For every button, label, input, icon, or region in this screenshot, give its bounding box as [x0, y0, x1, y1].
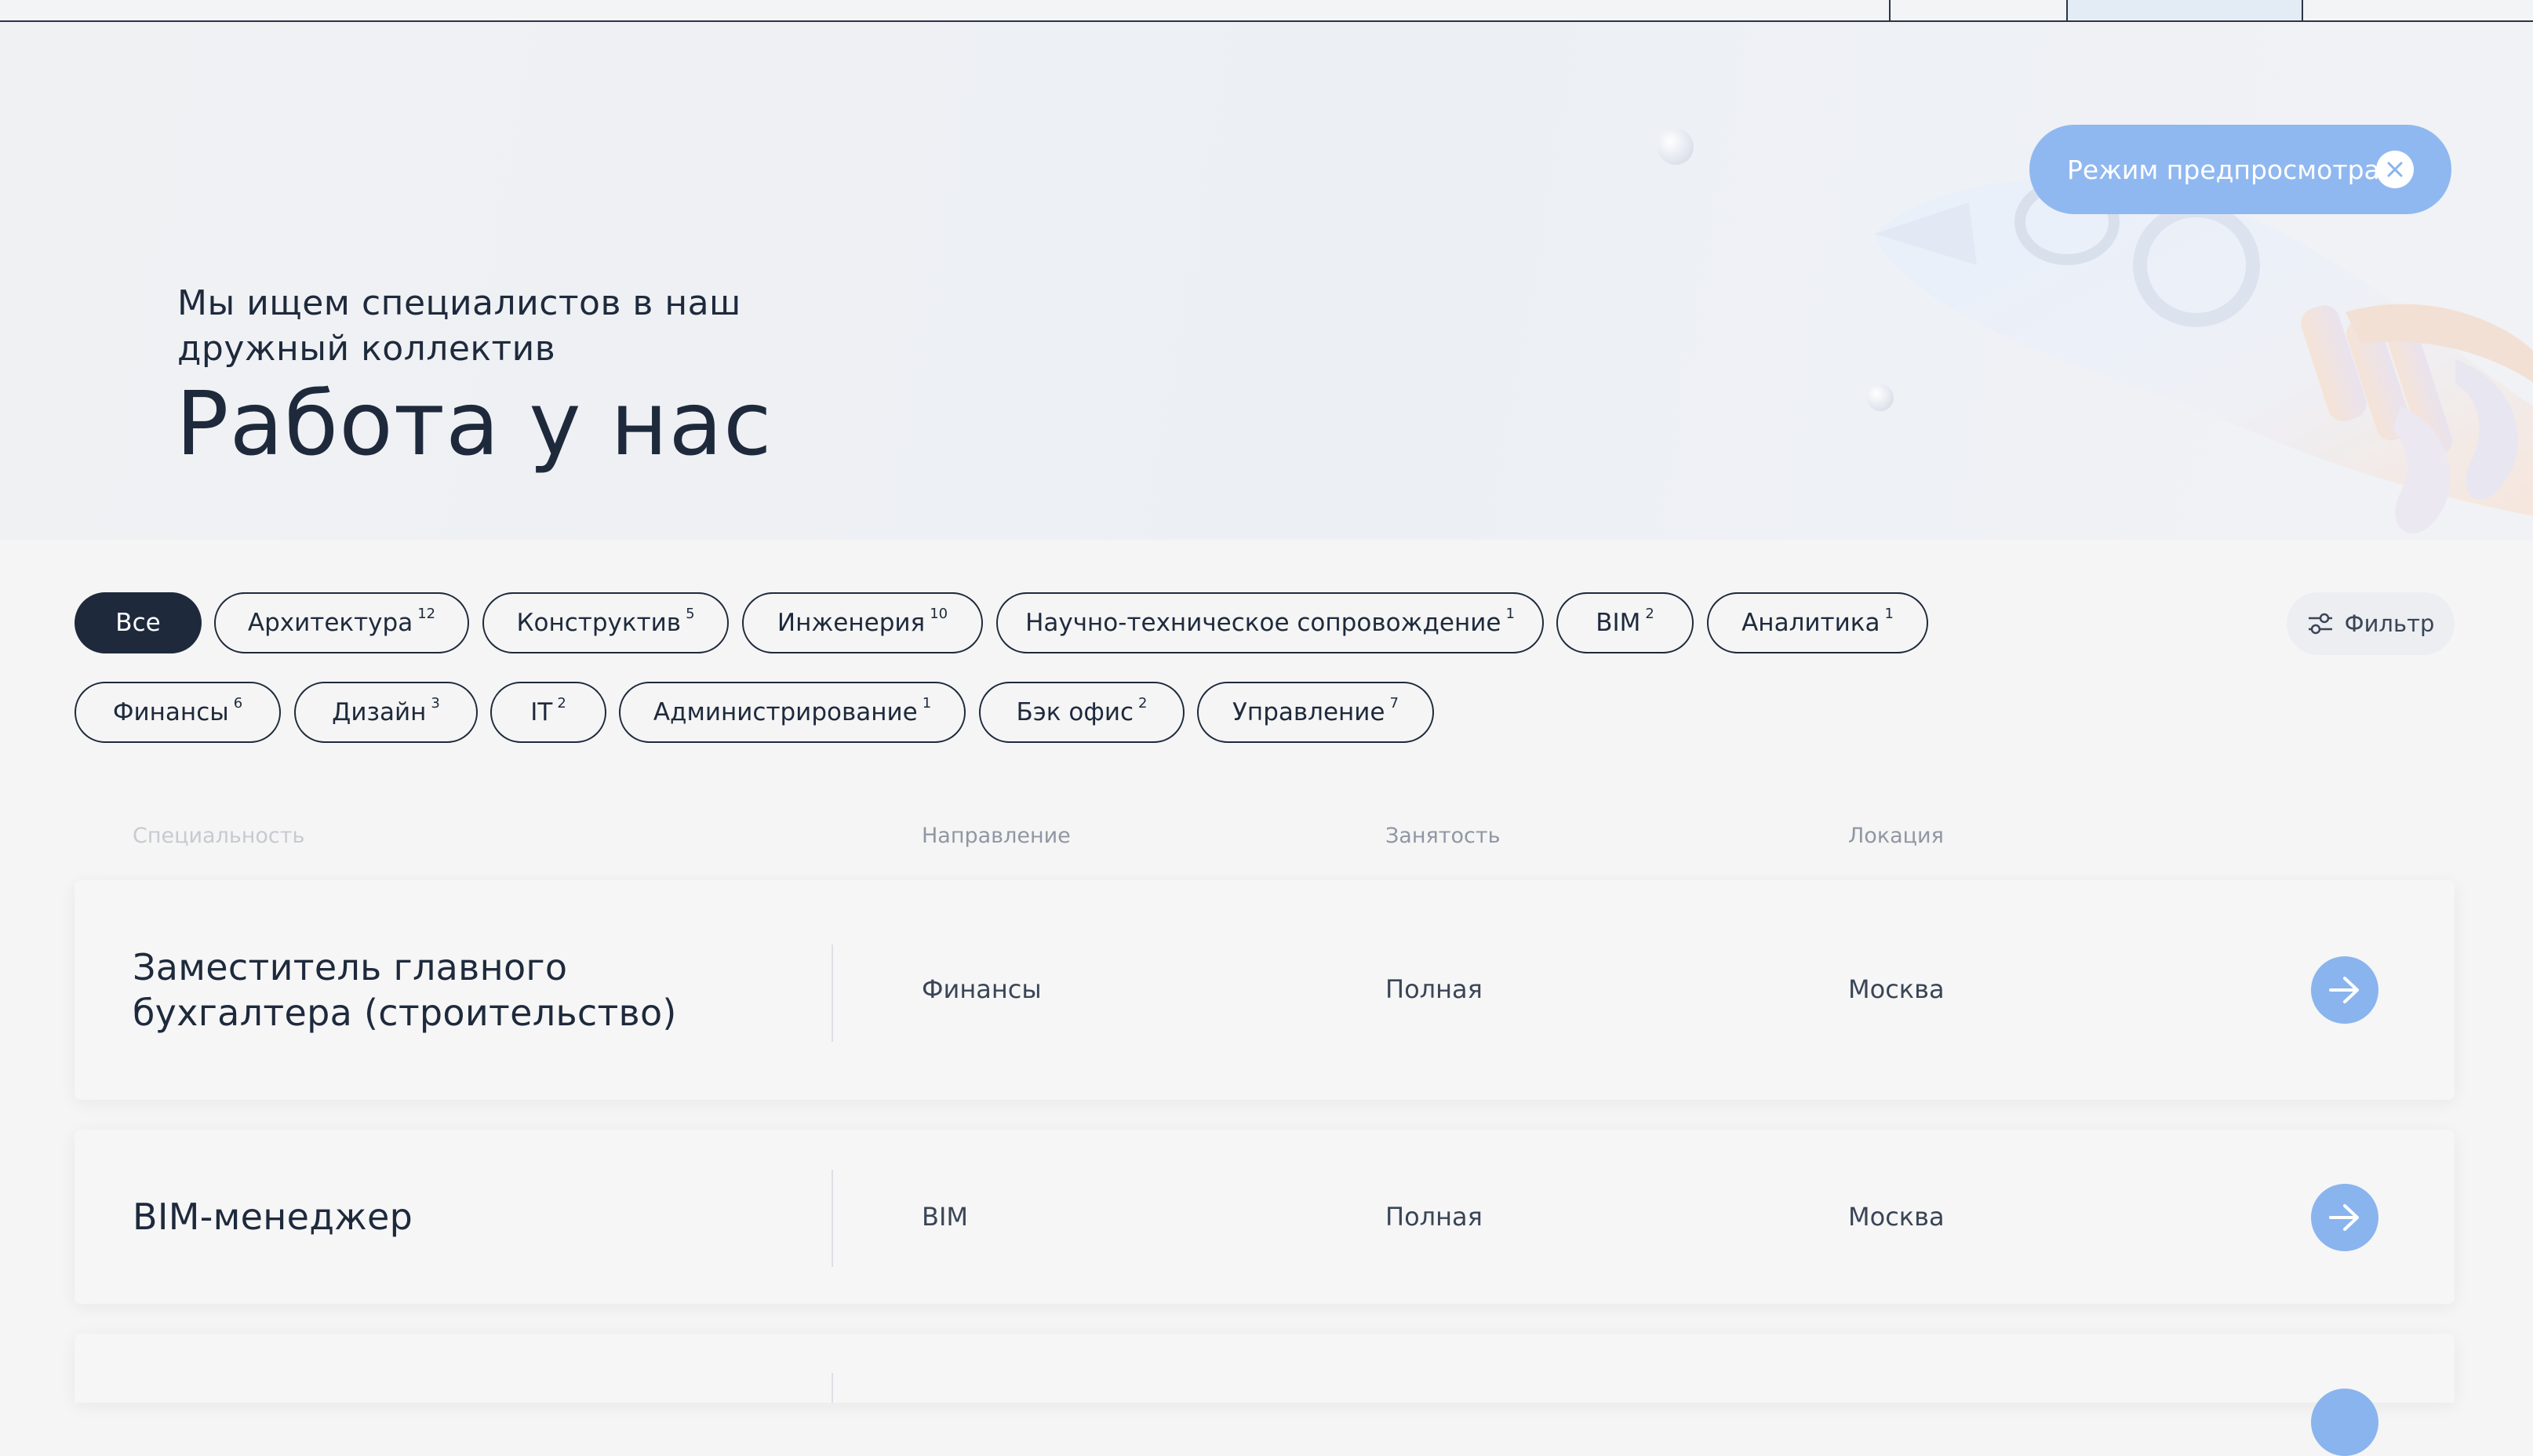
- vacancy-row[interactable]: BIM-менеджер BIM Полная Москва: [75, 1130, 2455, 1304]
- filter-chip-count: 1: [922, 694, 932, 712]
- filter-chip-count: 1: [1505, 605, 1515, 622]
- open-vacancy-button[interactable]: [2311, 1389, 2378, 1456]
- page-title: Работа у нас: [176, 373, 773, 475]
- filter-chip-finance[interactable]: Финансы 6: [75, 682, 281, 743]
- filter-chip-scientific-support[interactable]: Научно-техническое сопровождение 1: [996, 592, 1544, 653]
- filter-chip-count: 12: [417, 605, 436, 622]
- vacancy-direction: BIM: [922, 1202, 968, 1232]
- open-vacancy-button[interactable]: [2311, 1184, 2378, 1251]
- filter-button[interactable]: Фильтр: [2287, 592, 2455, 655]
- filter-chip-count: 2: [1645, 605, 1654, 622]
- top-navigation: [0, 0, 2533, 22]
- preview-mode-label: Режим предпросмотра: [2067, 154, 2380, 185]
- filter-chip-label: Научно-техническое сопровождение: [1025, 609, 1501, 637]
- filter-chip-count: 3: [431, 694, 440, 712]
- filter-chip-label: Финансы: [112, 698, 229, 726]
- filter-chip-count: 6: [233, 694, 243, 712]
- open-vacancy-button[interactable]: [2311, 956, 2378, 1024]
- column-header-specialty: Специальность: [133, 824, 305, 848]
- close-icon[interactable]: [2376, 151, 2414, 188]
- filter-chip-label: IT: [530, 698, 553, 726]
- column-header-location: Локация: [1848, 824, 1944, 848]
- filter-chip-analytics[interactable]: Аналитика 1: [1707, 592, 1928, 653]
- filter-chip-all[interactable]: Все: [75, 592, 202, 653]
- vacancy-location: Москва: [1848, 1202, 1945, 1232]
- nav-divider: [1889, 0, 1891, 20]
- filter-chip-label: Бэк офис: [1016, 698, 1134, 726]
- vacancy-row[interactable]: Заместитель главного бухгалтера (строите…: [75, 880, 2455, 1100]
- row-divider: [832, 945, 833, 1042]
- nav-active-item[interactable]: [2068, 0, 2302, 20]
- filter-chip-label: Администрирование: [653, 698, 918, 726]
- filter-chip-administration[interactable]: Администрирование 1: [619, 682, 966, 743]
- filter-chip-label: Конструктив: [516, 609, 682, 637]
- filter-chip-label: BIM: [1596, 609, 1641, 637]
- vacancy-employment: Полная: [1385, 974, 1483, 1004]
- filter-chip-management[interactable]: Управление 7: [1197, 682, 1434, 743]
- filter-chip-it[interactable]: IT 2: [490, 682, 606, 743]
- filter-chip-back-office[interactable]: Бэк офис 2: [979, 682, 1185, 743]
- filter-chip-engineering[interactable]: Инженерия 10: [742, 592, 983, 653]
- preview-mode-badge[interactable]: Режим предпросмотра: [2029, 125, 2451, 214]
- vacancy-location: Москва: [1848, 974, 1945, 1004]
- vacancy-title[interactable]: BIM-менеджер: [133, 1194, 729, 1239]
- nav-divider: [2302, 0, 2303, 20]
- filter-chip-label: Управление: [1232, 698, 1385, 726]
- filter-chip-count: 2: [557, 694, 566, 712]
- vacancy-employment: Полная: [1385, 1202, 1483, 1232]
- arrow-right-icon: [2329, 977, 2359, 1003]
- filter-chip-bim[interactable]: BIM 2: [1556, 592, 1694, 653]
- hero-subtitle: Мы ищем специалистов в наш дружный колле…: [177, 283, 741, 369]
- filter-chip-label: Аналитика: [1741, 609, 1880, 637]
- filter-chip-count: 10: [930, 605, 948, 622]
- filter-chip-design[interactable]: Дизайн 3: [294, 682, 478, 743]
- row-divider: [832, 1170, 833, 1267]
- sliders-icon: [2308, 613, 2332, 635]
- filter-chip-structural[interactable]: Конструктив 5: [482, 592, 729, 653]
- filter-chip-label: Инженерия: [777, 609, 926, 637]
- vacancy-direction: Финансы: [922, 974, 1042, 1004]
- filter-chip-label: Дизайн: [332, 698, 427, 726]
- filter-chip-architecture[interactable]: Архитектура 12: [214, 592, 469, 653]
- vacancy-row[interactable]: [75, 1334, 2455, 1456]
- row-divider: [832, 1373, 833, 1403]
- filter-chip-label: Все: [115, 609, 161, 637]
- filter-button-label: Фильтр: [2344, 610, 2435, 637]
- filter-chip-count: 7: [1389, 694, 1399, 712]
- filter-chip-count: 1: [1884, 605, 1894, 622]
- filter-chip-count: 2: [1138, 694, 1148, 712]
- vacancy-title[interactable]: Заместитель главного бухгалтера (строите…: [133, 945, 729, 1036]
- filter-chip-count: 5: [686, 605, 695, 622]
- arrow-right-icon: [2329, 1204, 2359, 1231]
- decorative-bubble: [1658, 129, 1694, 165]
- column-header-direction: Направление: [922, 824, 1071, 848]
- column-header-employment: Занятость: [1385, 824, 1501, 848]
- hero-section: Мы ищем специалистов в наш дружный колле…: [0, 22, 2533, 540]
- filter-chip-label: Архитектура: [247, 609, 413, 637]
